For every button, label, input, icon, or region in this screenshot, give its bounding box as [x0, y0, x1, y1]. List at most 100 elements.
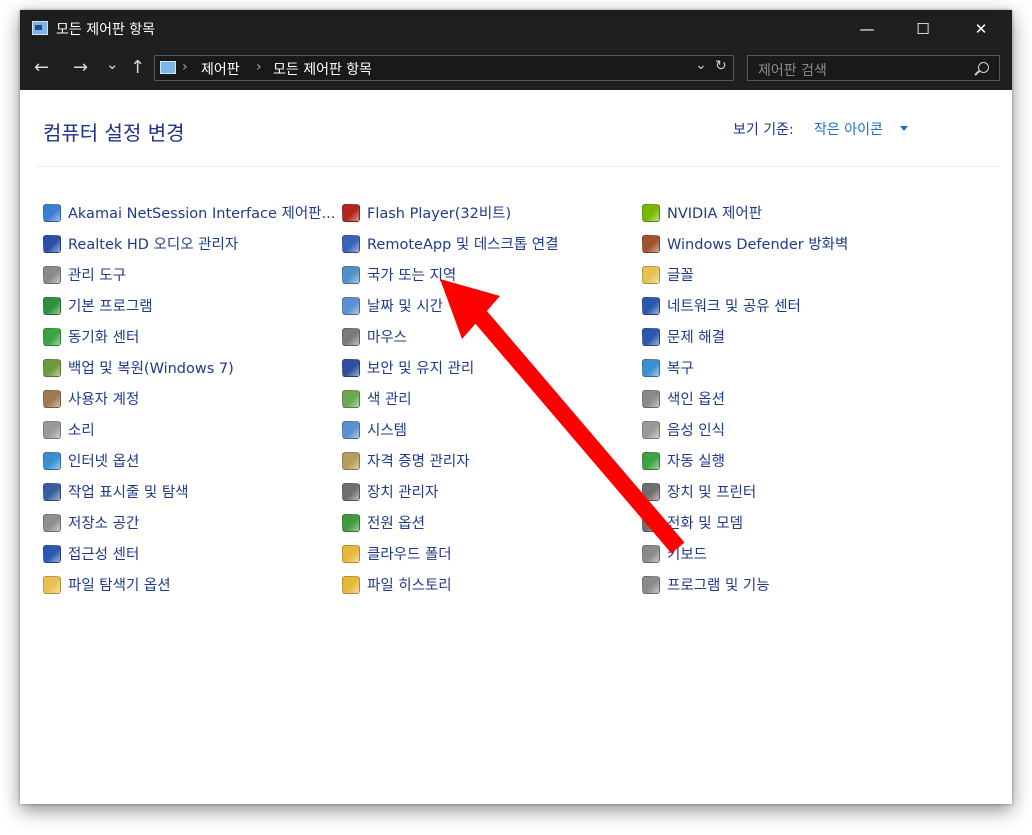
- back-arrow-icon[interactable]: ←: [34, 58, 49, 78]
- maximize-button[interactable]: ☐: [894, 10, 952, 48]
- control-panel-item[interactable]: 시스템: [342, 414, 558, 445]
- control-panel-item[interactable]: 저장소 공간: [43, 507, 335, 538]
- security-maintenance-icon: [342, 358, 360, 377]
- control-panel-item-label: 보안 및 유지 관리: [367, 361, 475, 377]
- control-panel-item-label: 파일 탐색기 옵션: [68, 578, 171, 594]
- credential-manager-icon: [342, 451, 360, 470]
- up-arrow-icon[interactable]: ↑: [130, 58, 145, 78]
- firewall-icon: [642, 234, 660, 253]
- control-panel-item[interactable]: Flash Player(32비트): [342, 197, 558, 228]
- control-panel-item[interactable]: 접근성 센터: [43, 538, 335, 569]
- control-panel-item[interactable]: 복구: [642, 352, 848, 383]
- cloud-folder-icon: [342, 544, 360, 563]
- control-panel-item[interactable]: 관리 도구: [43, 259, 335, 290]
- keyboard-icon: [642, 544, 660, 563]
- control-panel-item-label: 전원 옵션: [367, 516, 425, 532]
- control-panel-item[interactable]: 사용자 계정: [43, 383, 335, 414]
- control-panel-item[interactable]: 프로그램 및 기능: [642, 569, 848, 600]
- control-panel-item-label: 기본 프로그램: [68, 299, 153, 315]
- control-panel-item[interactable]: 장치 관리자: [342, 476, 558, 507]
- control-panel-item[interactable]: 국가 또는 지역: [342, 259, 558, 290]
- control-panel-item-label: 음성 인식: [667, 423, 725, 439]
- programs-features-icon: [642, 575, 660, 594]
- control-panel-item[interactable]: 색인 옵션: [642, 383, 848, 414]
- control-panel-item[interactable]: 음성 인식: [642, 414, 848, 445]
- control-panel-item[interactable]: 클라우드 폴더: [342, 538, 558, 569]
- control-panel-item[interactable]: 파일 탐색기 옵션: [43, 569, 335, 600]
- control-panel-item-label: 파일 히스토리: [367, 578, 452, 594]
- control-panel-app-icon: [32, 21, 48, 35]
- breadcrumb-control-panel[interactable]: 제어판: [201, 59, 240, 79]
- control-panel-item-label: 접근성 센터: [68, 547, 140, 563]
- admin-tools-icon: [43, 265, 61, 284]
- search-icon[interactable]: [978, 62, 989, 73]
- flash-player-icon: [342, 203, 360, 222]
- control-panel-item[interactable]: Windows Defender 방화벽: [642, 228, 848, 259]
- control-panel-item-label: 날짜 및 시간: [367, 299, 443, 315]
- recent-locations-chevron-icon[interactable]: ⌄: [106, 54, 119, 74]
- refresh-icon[interactable]: ↻: [715, 58, 727, 74]
- control-panel-item[interactable]: 장치 및 프린터: [642, 476, 848, 507]
- indexing-options-icon: [642, 389, 660, 408]
- realtek-audio-icon: [43, 234, 61, 253]
- view-by-dropdown[interactable]: 작은 아이콘: [814, 119, 883, 139]
- control-panel-item-label: 자동 실행: [667, 454, 725, 470]
- fonts-icon: [642, 265, 660, 284]
- title-bar[interactable]: 모든 제어판 항목 — ☐ ✕: [20, 10, 1012, 48]
- control-panel-item[interactable]: 전원 옵션: [342, 507, 558, 538]
- control-panel-item[interactable]: 색 관리: [342, 383, 558, 414]
- search-box[interactable]: 제어판 검색: [747, 55, 1000, 81]
- ease-of-access-icon: [43, 544, 61, 563]
- control-panel-item[interactable]: 마우스: [342, 321, 558, 352]
- control-panel-item[interactable]: 네트워크 및 공유 센터: [642, 290, 848, 321]
- control-panel-item[interactable]: 동기화 센터: [43, 321, 335, 352]
- close-button[interactable]: ✕: [952, 10, 1010, 48]
- control-panel-item[interactable]: 자격 증명 관리자: [342, 445, 558, 476]
- view-by-dropdown-caret-icon[interactable]: [900, 126, 908, 131]
- akamai-icon: [43, 203, 61, 222]
- control-panel-item-label: 클라우드 폴더: [367, 547, 452, 563]
- control-panel-item[interactable]: 글꼴: [642, 259, 848, 290]
- items-column-1: Akamai NetSession Interface 제어판... Realte…: [43, 197, 335, 600]
- address-field[interactable]: › 제어판 › 모든 제어판 항목 ⌄ ↻: [154, 55, 734, 81]
- control-panel-item[interactable]: 보안 및 유지 관리: [342, 352, 558, 383]
- network-sharing-icon: [642, 296, 660, 315]
- power-options-icon: [342, 513, 360, 532]
- system-icon: [342, 420, 360, 439]
- breadcrumb-separator-icon: ›: [182, 59, 188, 75]
- control-panel-item-label: 백업 및 복원(Windows 7): [68, 361, 234, 377]
- internet-options-icon: [43, 451, 61, 470]
- control-panel-item-label: 전화 및 모뎀: [667, 516, 743, 532]
- control-panel-item[interactable]: 작업 표시줄 및 탐색: [43, 476, 335, 507]
- control-panel-item[interactable]: NVIDIA 제어판: [642, 197, 848, 228]
- mouse-icon: [342, 327, 360, 346]
- minimize-button[interactable]: —: [838, 10, 896, 48]
- address-dropdown-chevron-icon[interactable]: ⌄: [695, 57, 707, 73]
- control-panel-item-label: Realtek HD 오디오 관리자: [68, 237, 239, 253]
- control-panel-item-label: 소리: [68, 423, 95, 439]
- items-column-3: NVIDIA 제어판 Windows Defender 방화벽 글꼴네트워크 및 공…: [642, 197, 848, 600]
- control-panel-item[interactable]: Realtek HD 오디오 관리자: [43, 228, 335, 259]
- forward-arrow-icon[interactable]: →: [73, 58, 88, 78]
- control-panel-item[interactable]: 전화 및 모뎀: [642, 507, 848, 538]
- control-panel-item[interactable]: 문제 해결: [642, 321, 848, 352]
- control-panel-item[interactable]: 인터넷 옵션: [43, 445, 335, 476]
- breadcrumb-all-items[interactable]: 모든 제어판 항목: [273, 59, 372, 79]
- control-panel-item[interactable]: 자동 실행: [642, 445, 848, 476]
- control-panel-item[interactable]: Akamai NetSession Interface 제어판...: [43, 197, 335, 228]
- control-panel-item[interactable]: 키보드: [642, 538, 848, 569]
- troubleshooting-icon: [642, 327, 660, 346]
- control-panel-item[interactable]: 소리: [43, 414, 335, 445]
- sync-center-icon: [43, 327, 61, 346]
- control-panel-item[interactable]: 파일 히스토리: [342, 569, 558, 600]
- control-panel-item[interactable]: 백업 및 복원(Windows 7): [43, 352, 335, 383]
- control-panel-item[interactable]: RemoteApp 및 데스크톱 연결: [342, 228, 558, 259]
- control-panel-item-label: 장치 관리자: [367, 485, 439, 501]
- view-by-label: 보기 기준:: [733, 122, 794, 138]
- control-panel-item-label: RemoteApp 및 데스크톱 연결: [367, 237, 559, 253]
- control-panel-item[interactable]: 날짜 및 시간: [342, 290, 558, 321]
- control-panel-item[interactable]: 기본 프로그램: [43, 290, 335, 321]
- control-panel-item-label: 색인 옵션: [667, 392, 725, 408]
- control-panel-item-label: 네트워크 및 공유 센터: [667, 299, 801, 315]
- speech-recognition-icon: [642, 420, 660, 439]
